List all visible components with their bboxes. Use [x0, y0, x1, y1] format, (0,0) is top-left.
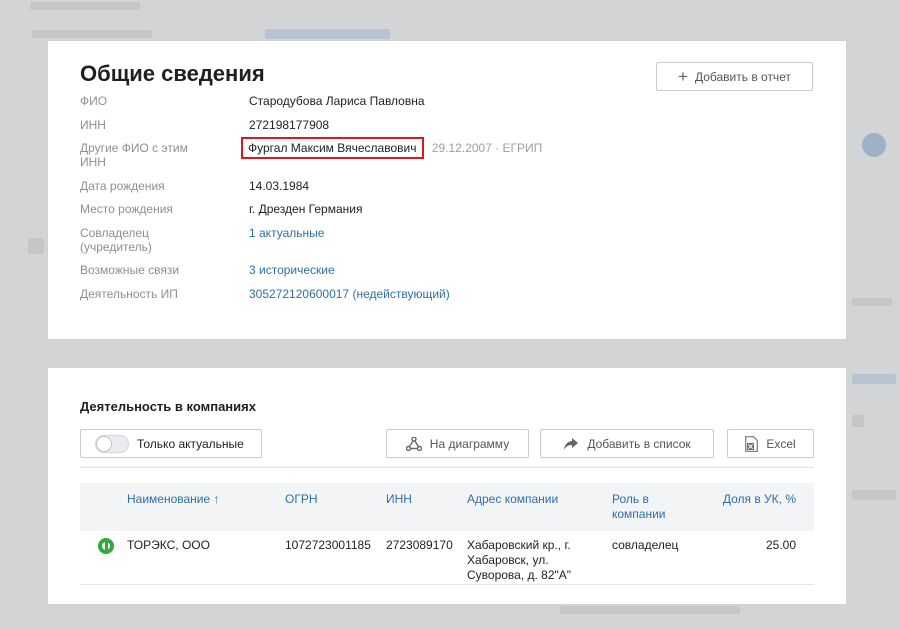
field-label: Возможные связи — [80, 263, 180, 277]
background-fragment — [265, 29, 390, 39]
diagram-button[interactable]: На диаграмму — [386, 429, 529, 458]
general-info-card: Общие сведения + Добавить в отчет ФИО Ст… — [48, 41, 846, 339]
field-note: 29.12.2007 · ЕГРИП — [431, 141, 543, 155]
page-title: Общие сведения — [80, 61, 265, 86]
background-fragment — [560, 606, 740, 614]
ip-activity-link[interactable]: 305272120600017 (недействующий) — [249, 287, 450, 301]
excel-label: Excel — [766, 436, 796, 451]
toggle-label: Только актуальные — [137, 436, 244, 451]
cell-inn: 2723089170 — [386, 538, 453, 552]
field-label: Дата рождения — [80, 179, 165, 193]
field-value: г. Дрезден Германия — [249, 202, 363, 216]
field-value: Фургал Максим Вячеславович 29.12.2007 · … — [241, 137, 543, 159]
column-header-address[interactable]: Адрес компании — [467, 492, 558, 507]
excel-button[interactable]: Excel — [727, 429, 814, 458]
table-row: ТОРЭКС, ООО 1072723001185 2723089170 Хаб… — [80, 531, 814, 585]
background-fragment — [32, 30, 152, 38]
section-title: Деятельность в компаниях — [80, 399, 256, 414]
column-header-inn[interactable]: ИНН — [386, 492, 412, 507]
divider — [80, 467, 814, 468]
connections-link[interactable]: 3 исторические — [249, 263, 335, 277]
column-header-share[interactable]: Доля в УК, % — [723, 492, 796, 507]
share-arrow-icon — [564, 437, 579, 450]
company-name-link[interactable]: ТОРЭКС, ООО — [127, 538, 210, 553]
background-fragment — [862, 133, 886, 157]
table-header: Наименование ↑ ОГРН ИНН Адрес компании Р… — [80, 483, 814, 531]
add-to-list-button[interactable]: Добавить в список — [540, 429, 714, 458]
background-fragment — [852, 374, 896, 384]
add-to-report-label: Добавить в отчет — [694, 69, 791, 84]
background-fragment — [28, 238, 44, 254]
plus-icon: + — [678, 67, 688, 86]
highlighted-name[interactable]: Фургал Максим Вячеславович — [241, 137, 425, 159]
field-label: Деятельность ИП — [80, 287, 178, 301]
add-to-list-label: Добавить в список — [587, 436, 691, 451]
diagram-label: На диаграмму — [429, 436, 510, 451]
background-fragment — [30, 2, 140, 10]
cell-role: совладелец — [612, 538, 679, 552]
column-header-name[interactable]: Наименование ↑ — [127, 492, 220, 507]
field-value: 14.03.1984 — [249, 179, 310, 193]
field-label: Место рождения — [80, 202, 173, 216]
excel-file-icon — [745, 435, 759, 452]
add-to-report-button[interactable]: + Добавить в отчет — [656, 62, 813, 91]
cell-share: 25.00 — [765, 538, 796, 552]
field-label: ИНН — [80, 118, 106, 132]
column-header-ogrn[interactable]: ОГРН — [285, 492, 318, 507]
field-label: Другие ФИО с этим ИНН — [80, 141, 188, 169]
diagram-icon — [405, 436, 422, 451]
field-label: ФИО — [80, 94, 108, 108]
only-active-toggle[interactable]: Только актуальные — [80, 429, 262, 458]
background-fragment — [852, 298, 892, 306]
coowner-link[interactable]: 1 актуальные — [249, 226, 324, 240]
active-status-icon — [98, 538, 114, 554]
toggle-switch[interactable] — [95, 434, 129, 453]
background-fragment — [852, 415, 864, 427]
field-label: Совладелец (учредитель) — [80, 226, 152, 254]
background-fragment — [852, 490, 896, 500]
companies-card: Деятельность в компаниях Только актуальн… — [48, 368, 846, 604]
cell-ogrn: 1072723001185 — [285, 538, 371, 552]
field-value: Стародубова Лариса Павловна — [249, 94, 425, 108]
cell-address: Хабаровский кр., г. Хабаровск, ул. Сувор… — [467, 538, 572, 582]
field-value: 272198177908 — [249, 118, 330, 132]
column-header-role[interactable]: Роль в компании — [612, 492, 674, 522]
